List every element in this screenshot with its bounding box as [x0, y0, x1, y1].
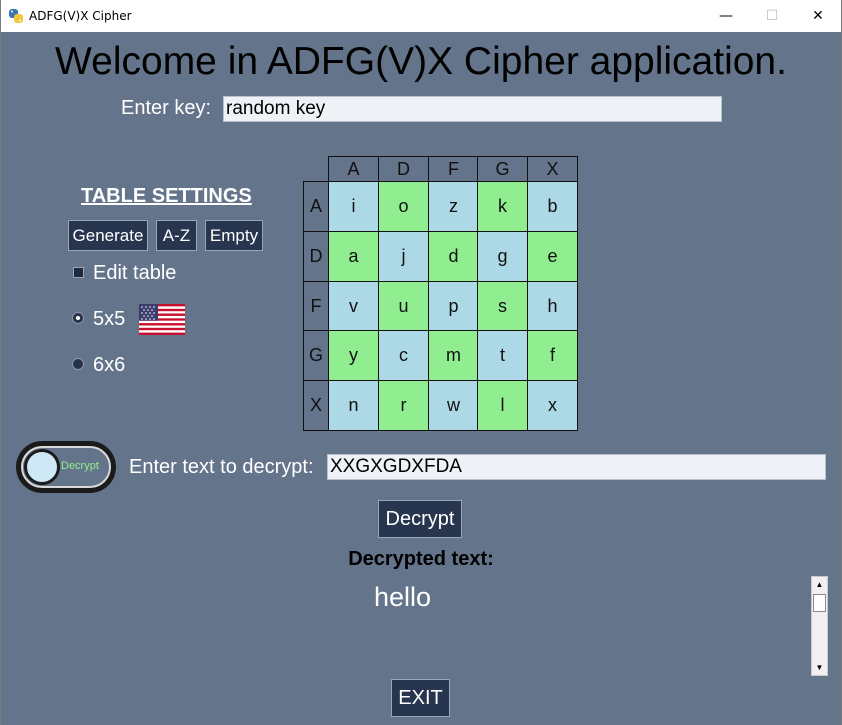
col-header: F — [428, 156, 479, 182]
key-input[interactable]: random key — [223, 96, 722, 122]
python-icon — [9, 9, 23, 23]
maximize-icon: ☐ — [765, 8, 779, 24]
table-cell[interactable]: f — [527, 330, 578, 381]
close-button[interactable]: ✕ — [795, 0, 841, 32]
title-bar: ADFG(V)X Cipher — ☐ ✕ — [1, 0, 841, 32]
minimize-button[interactable]: — — [703, 0, 749, 32]
key-label: Enter key: — [121, 97, 212, 119]
table-cell[interactable]: k — [477, 181, 528, 232]
row-header: F — [303, 281, 329, 332]
table-cell[interactable]: l — [477, 380, 528, 431]
size-6x6-radio[interactable] — [72, 358, 84, 370]
table-cell[interactable]: z — [428, 181, 479, 232]
col-header: D — [378, 156, 429, 182]
table-cell[interactable]: x — [527, 380, 578, 431]
result-label: Decrypted text: — [348, 548, 494, 570]
table-cell[interactable]: o — [378, 181, 429, 232]
window-title: ADFG(V)X Cipher — [29, 9, 132, 23]
exit-button[interactable]: EXIT — [391, 679, 450, 717]
size-6x6-label: 6x6 — [93, 354, 126, 376]
table-cell[interactable]: h — [527, 281, 578, 332]
table-cell[interactable]: g — [477, 231, 528, 282]
col-header: G — [477, 156, 528, 182]
table-cell[interactable]: s — [477, 281, 528, 332]
decrypt-input[interactable]: XXGXGDXFDA — [327, 454, 826, 480]
empty-button[interactable]: Empty — [205, 220, 263, 251]
scroll-thumb[interactable] — [813, 594, 826, 612]
result-scrollbar[interactable]: ▲ ▼ — [811, 576, 828, 676]
size-5x5-radio[interactable] — [72, 312, 84, 324]
toggle-label: Decrypt — [61, 460, 99, 472]
table-cell[interactable]: m — [428, 330, 479, 381]
app-window: ADFG(V)X Cipher — ☐ ✕ Welcome in ADFG(V)… — [0, 0, 842, 725]
col-header: X — [527, 156, 578, 182]
page-title: Welcome in ADFG(V)X Cipher application. — [55, 40, 787, 83]
table-cell[interactable]: p — [428, 281, 479, 332]
table-settings-title: TABLE SETTINGS — [81, 185, 252, 207]
table-cell[interactable]: r — [378, 380, 429, 431]
row-header: D — [303, 231, 329, 282]
scroll-up-icon[interactable]: ▲ — [812, 577, 827, 592]
decrypt-button[interactable]: Decrypt — [378, 500, 462, 538]
table-cell[interactable]: y — [328, 330, 379, 381]
toggle-knob — [24, 449, 60, 485]
table-cell[interactable]: a — [328, 231, 379, 282]
scroll-down-icon[interactable]: ▼ — [812, 660, 827, 675]
close-icon: ✕ — [812, 8, 824, 24]
az-button[interactable]: A-Z — [156, 220, 197, 251]
edit-table-label: Edit table — [93, 262, 177, 284]
row-header: G — [303, 330, 329, 381]
size-5x5-label: 5x5 — [93, 308, 126, 330]
minimize-icon: — — [719, 8, 733, 24]
table-cell[interactable]: t — [477, 330, 528, 381]
row-header: A — [303, 181, 329, 232]
table-cell[interactable]: n — [328, 380, 379, 431]
col-header: A — [328, 156, 379, 182]
table-corner — [303, 156, 329, 182]
row-header: X — [303, 380, 329, 431]
table-cell[interactable]: e — [527, 231, 578, 282]
table-cell[interactable]: j — [378, 231, 429, 282]
table-cell[interactable]: u — [378, 281, 429, 332]
table-cell[interactable]: d — [428, 231, 479, 282]
result-text: hello — [374, 582, 432, 612]
generate-button[interactable]: Generate — [68, 220, 148, 251]
table-cell[interactable]: v — [328, 281, 379, 332]
edit-table-checkbox[interactable] — [73, 267, 84, 278]
maximize-button[interactable]: ☐ — [749, 0, 795, 32]
table-cell[interactable]: w — [428, 380, 479, 431]
table-cell[interactable]: i — [328, 181, 379, 232]
mode-toggle[interactable]: Decrypt — [16, 441, 116, 493]
table-cell[interactable]: c — [378, 330, 429, 381]
decrypt-input-label: Enter text to decrypt: — [129, 456, 314, 478]
table-cell[interactable]: b — [527, 181, 578, 232]
us-flag-icon — [139, 304, 185, 335]
